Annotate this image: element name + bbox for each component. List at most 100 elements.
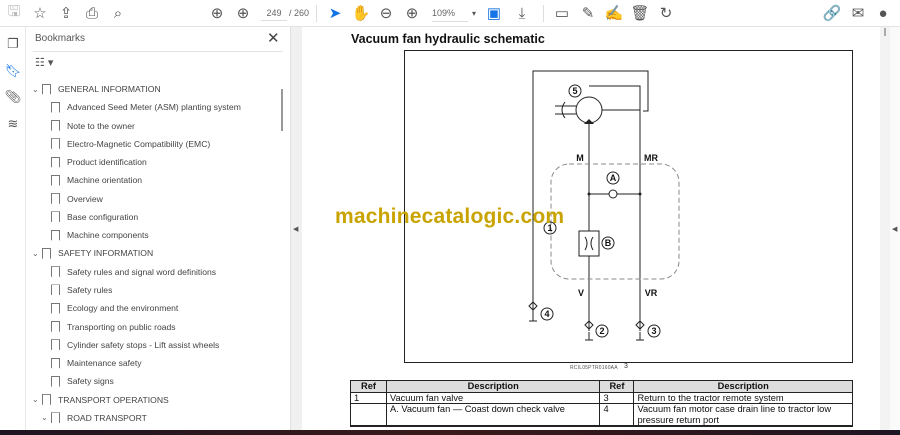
bookmark-item[interactable]: Maintenance safety [51,354,142,372]
bookmark-label: SAFETY INFORMATION [58,248,154,259]
bookmark-label: Safety rules [67,284,113,295]
search-icon[interactable]: ⌕ [108,4,128,22]
mr-line [589,85,641,331]
panel-scrollbar[interactable] [281,89,283,131]
cloud-upload-icon[interactable]: ⇪ [56,4,76,22]
email-icon[interactable]: ✉ [848,4,868,22]
label-vr: VR [645,288,658,298]
bookmark-item[interactable]: Ecology and the environment [51,299,178,317]
label-4: 4 [544,309,549,319]
hand-tool-icon[interactable]: ✋ [351,4,371,22]
figure-number: 3 [624,363,628,370]
label-v: V [578,288,584,298]
table-row: A. Vacuum fan — Coast down check valve 4 V… [350,403,853,426]
document-scrollbar[interactable] [880,27,890,430]
bookmark-label: Electro-Magnetic Compatibility (EMC) [67,138,211,149]
ref-cell: 1 [350,391,387,404]
collapse-panel-icon[interactable]: ◀ [293,225,298,233]
bookmark-icon [51,302,60,314]
bookmark-icon [51,375,60,387]
bookmark-item[interactable]: ⌄ SAFETY INFORMATION [32,244,153,262]
highlight-pen-icon[interactable]: ✎ [578,4,598,22]
bookmark-item[interactable]: ⌄ ROAD TRANSPORT [41,409,147,427]
bookmark-item[interactable]: Transporting on public roads [51,318,176,336]
bookmark-label: GENERAL INFORMATION [58,84,161,94]
label-m: M [576,153,584,163]
zoom-in-icon[interactable]: ⊕ [402,4,422,22]
divider [33,51,283,52]
print-icon[interactable]: ⎙ [82,4,102,22]
pages-thumbnails-icon[interactable]: ❐ [4,36,22,54]
close-icon[interactable]: ✕ [267,29,280,47]
bookmark-item[interactable]: Machine components [51,226,149,244]
zoom-level-select[interactable]: 109% [432,6,468,22]
next-page-icon[interactable]: ⊕ [233,4,253,22]
panel-title: Bookmarks [35,33,86,44]
bookmark-item[interactable]: Note to the owner [51,117,135,135]
bookmark-label: Advanced Seed Meter (ASM) planting syste… [67,102,241,113]
label-3: 3 [651,326,656,336]
bookmark-icon [51,229,60,241]
scrollbar-thumb[interactable] [884,28,886,36]
bookmark-label: Machine components [67,230,149,241]
bookmark-options-button[interactable]: ☷ ▾ [35,56,53,69]
header-description: Description [385,380,601,393]
bookmark-item[interactable]: ⌄ GENERAL INFORMATION [32,80,161,98]
bookmark-item[interactable]: Product identification [51,153,147,171]
bookmark-item[interactable]: Base configuration [51,208,138,226]
select-cursor-icon[interactable]: ➤ [325,4,345,22]
bookmarks-panel: Bookmarks ✕ ☷ ▾ ⌄ GENERAL INFORMATION Adva… [27,27,290,430]
chevron-down-icon[interactable]: ⌄ [32,395,42,404]
ref-cell [350,403,387,426]
page-fit-icon[interactable]: ▣ [484,4,504,22]
bookmark-item[interactable]: Machine orientation [51,171,142,189]
chevron-down-icon[interactable]: ⌄ [32,85,42,94]
bookmark-item[interactable]: Overview [51,190,103,208]
table-row: 1 Vacuum fan valve 3 Return to the tractor … [350,391,853,404]
bookmark-label: Maintenance safety [67,358,142,369]
description-cell: Return to the tractor remote system [633,391,853,404]
bookmark-icon [42,83,51,95]
bookmark-item[interactable]: Electro-Magnetic Compatibility (EMC) [51,135,210,153]
bookmark-icon [51,174,60,186]
label-5: 5 [572,86,577,96]
chevron-down-icon[interactable]: ⌄ [32,249,42,258]
bookmark-item[interactable]: Safety rules [51,281,112,299]
comment-icon[interactable]: ▭ [552,4,572,22]
rotate-icon[interactable]: ↻ [656,4,676,22]
bookmark-star-icon[interactable]: ☆ [30,4,50,22]
bookmarks-icon[interactable]: 🔖︎ [4,63,22,81]
bookmark-icon [51,156,60,168]
share-link-icon[interactable]: 🔗 [822,4,842,22]
bookmark-label: Base configuration [67,211,139,222]
scroll-mode-icon[interactable]: ⤓ [512,4,532,22]
expand-right-panel-icon[interactable]: ◀ [892,225,897,233]
delete-icon[interactable]: 🗑 [630,4,650,22]
previous-page-icon[interactable]: ⊕ [207,4,227,22]
ref-cell: 4 [599,403,635,426]
bookmark-label: Ecology and the environment [67,303,179,314]
bookmark-item[interactable]: Safety rules and signal word definitions [51,263,216,281]
bookmark-item[interactable]: Advanced Seed Meter (ASM) planting syste… [51,98,241,116]
bookmark-icon [51,120,60,132]
layers-icon[interactable]: ≋ [4,116,22,134]
bookmark-item[interactable]: Cylinder safety stops - Lift assist whee… [51,336,219,354]
bookmark-item[interactable]: ⌄ TRANSPORT OPERATIONS [32,391,169,409]
bookmark-item[interactable]: Safety signs [51,372,114,390]
sign-icon[interactable]: ✍ [604,4,624,22]
save-icon[interactable]: 🖫 [4,3,24,22]
bookmark-icon [42,394,51,406]
page-total: / 260 [289,8,310,18]
page-number-input[interactable]: 249 [261,6,287,21]
account-icon[interactable]: ● [873,4,893,22]
description-cell: A. Vacuum fan — Coast down check valve [385,403,601,426]
description-cell: Vacuum fan valve [385,391,601,404]
zoom-out-icon[interactable]: ⊖ [376,4,396,22]
label-a: A [610,173,617,183]
bookmark-icon [51,101,60,113]
zoom-dropdown-icon[interactable]: ▾ [464,4,484,22]
chevron-down-icon[interactable]: ⌄ [41,413,51,422]
description-cell [385,425,601,427]
attachments-icon[interactable]: 📎︎ [4,89,22,107]
bookmark-icon [51,193,60,205]
